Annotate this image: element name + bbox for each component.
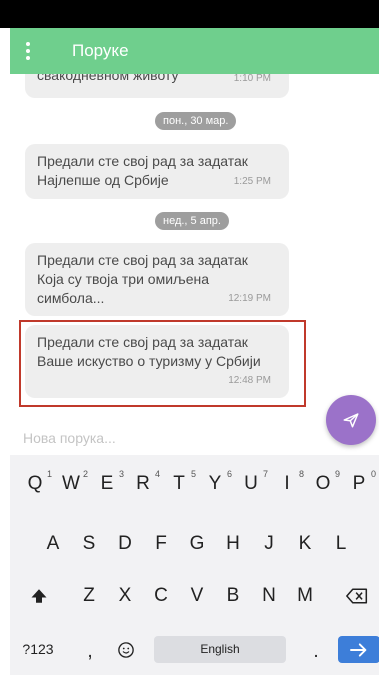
message-input[interactable]	[23, 424, 313, 452]
key-e[interactable]: E3	[92, 469, 124, 495]
key-d[interactable]: D	[110, 533, 140, 555]
key-a[interactable]: A	[38, 533, 68, 555]
message-time: 12:48 PM	[228, 375, 271, 386]
message-bubble: свакодневном животу 1:10 PM	[25, 74, 289, 98]
key-c[interactable]: C	[146, 585, 176, 607]
key-f[interactable]: F	[146, 533, 176, 555]
symbols-key[interactable]: ?123	[18, 641, 58, 657]
emoji-icon	[118, 642, 134, 658]
key-t[interactable]: T5	[164, 469, 196, 495]
send-icon	[343, 413, 359, 428]
period-key[interactable]: .	[306, 641, 326, 663]
key-k[interactable]: K	[290, 533, 320, 555]
message-bubble: Предали сте свој рад за задатак Ваше иск…	[25, 325, 289, 398]
emoji-key[interactable]	[114, 641, 138, 665]
app-bar: Поруке	[10, 28, 379, 74]
message-bubble: Предали сте свој рад за задатак Која су …	[25, 243, 289, 316]
send-button[interactable]	[326, 395, 376, 445]
key-m[interactable]: M	[290, 585, 320, 607]
message-list[interactable]: свакодневном животу 1:10 PM пон., 30 мар…	[10, 74, 379, 414]
key-l[interactable]: L	[326, 533, 356, 555]
key-o[interactable]: O9	[308, 469, 340, 495]
key-u[interactable]: U7	[236, 469, 268, 495]
keyboard: Q1 W2 E3 R4 T5 Y6 U7 I8 O9 P0 A S D F G …	[10, 455, 379, 675]
key-p[interactable]: P0	[344, 469, 376, 495]
key-q[interactable]: Q1	[20, 469, 52, 495]
comma-key[interactable]: ,	[80, 641, 100, 663]
message-bubble: Предали сте свој рад за задатак Најлепше…	[25, 144, 289, 199]
key-s[interactable]: S	[74, 533, 104, 555]
message-text: Предали сте свој рад за задатак Ваше иск…	[37, 334, 261, 369]
key-j[interactable]: J	[254, 533, 284, 555]
overflow-menu-icon[interactable]	[18, 42, 38, 60]
key-v[interactable]: V	[182, 585, 212, 607]
arrow-right-icon	[350, 642, 367, 657]
key-w[interactable]: W2	[56, 469, 88, 495]
app-title: Поруке	[72, 41, 129, 60]
key-b[interactable]: B	[218, 585, 248, 607]
key-x[interactable]: X	[110, 585, 140, 607]
shift-icon	[31, 589, 47, 603]
space-key[interactable]: English	[154, 636, 286, 663]
status-bar	[0, 0, 379, 28]
key-y[interactable]: Y6	[200, 469, 232, 495]
enter-key[interactable]	[338, 636, 379, 663]
date-chip: нед., 5 апр.	[155, 212, 229, 230]
key-g[interactable]: G	[182, 533, 212, 555]
message-time: 1:25 PM	[233, 176, 271, 187]
key-r[interactable]: R4	[128, 469, 160, 495]
shift-key[interactable]	[24, 587, 54, 611]
message-time: 12:19 PM	[228, 293, 271, 304]
key-i[interactable]: I8	[272, 469, 304, 495]
key-h[interactable]: H	[218, 533, 248, 555]
key-z[interactable]: Z	[74, 585, 104, 607]
message-time: 1:10 PM	[233, 74, 271, 84]
backspace-icon	[346, 588, 368, 604]
backspace-key[interactable]	[340, 587, 374, 611]
date-chip: пон., 30 мар.	[155, 112, 237, 130]
key-n[interactable]: N	[254, 585, 284, 607]
